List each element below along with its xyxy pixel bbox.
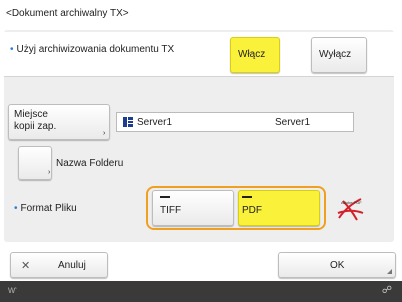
- archive-off-button[interactable]: Wyłącz: [311, 37, 367, 73]
- pdf-label: PDF: [242, 205, 262, 216]
- pdf-file-icon: [242, 196, 252, 198]
- wrench-icon: ⱳ: [8, 285, 17, 296]
- bullet-icon: •: [10, 44, 14, 55]
- server-value: Server1: [275, 117, 311, 128]
- chevron-right-icon: ›: [48, 169, 51, 176]
- storage-label-line2: kopii zap.: [14, 121, 57, 132]
- archive-on-label: Włącz: [238, 49, 266, 60]
- tiff-file-icon: [160, 196, 170, 198]
- folder-name-label: Nazwa Folderu: [56, 158, 124, 169]
- close-icon: ✕: [21, 260, 31, 272]
- archive-off-label: Wyłącz: [319, 49, 352, 60]
- ok-label: OK: [330, 260, 345, 271]
- adobe-pdf-caption: Adobe PDF: [341, 200, 362, 205]
- cancel-button[interactable]: ✕ Anuluj: [10, 252, 108, 278]
- status-bar: ⱳ ☍: [0, 281, 402, 302]
- bullet-icon: •: [14, 203, 18, 214]
- file-format-label: • Format Pliku: [14, 203, 77, 214]
- format-pdf-button[interactable]: PDF: [238, 190, 320, 226]
- archive-label: • Użyj archiwizowania dokumentu TX: [10, 44, 175, 55]
- format-tiff-button[interactable]: TIFF: [152, 190, 234, 226]
- storage-location-button[interactable]: Miejsce kopii zap. ›: [8, 104, 110, 140]
- folder-name-button[interactable]: ›: [18, 146, 52, 180]
- storage-label-line1: Miejsce: [14, 109, 48, 120]
- archive-on-button[interactable]: Włącz: [230, 37, 280, 73]
- ok-button[interactable]: OK: [278, 252, 396, 278]
- adobe-pdf-logo: Adobe PDF: [337, 198, 364, 221]
- resize-icon: [387, 269, 392, 274]
- chevron-right-icon: ›: [103, 130, 106, 137]
- device-status-icon: ☍: [381, 285, 392, 296]
- server-name: Server1: [137, 117, 173, 128]
- page-title: <Dokument archiwalny TX>: [6, 8, 129, 19]
- storage-server-field: Server1 Server1: [116, 112, 354, 132]
- server-icon: [123, 117, 133, 127]
- tiff-label: TIFF: [160, 205, 182, 216]
- cancel-label: Anuluj: [58, 260, 86, 271]
